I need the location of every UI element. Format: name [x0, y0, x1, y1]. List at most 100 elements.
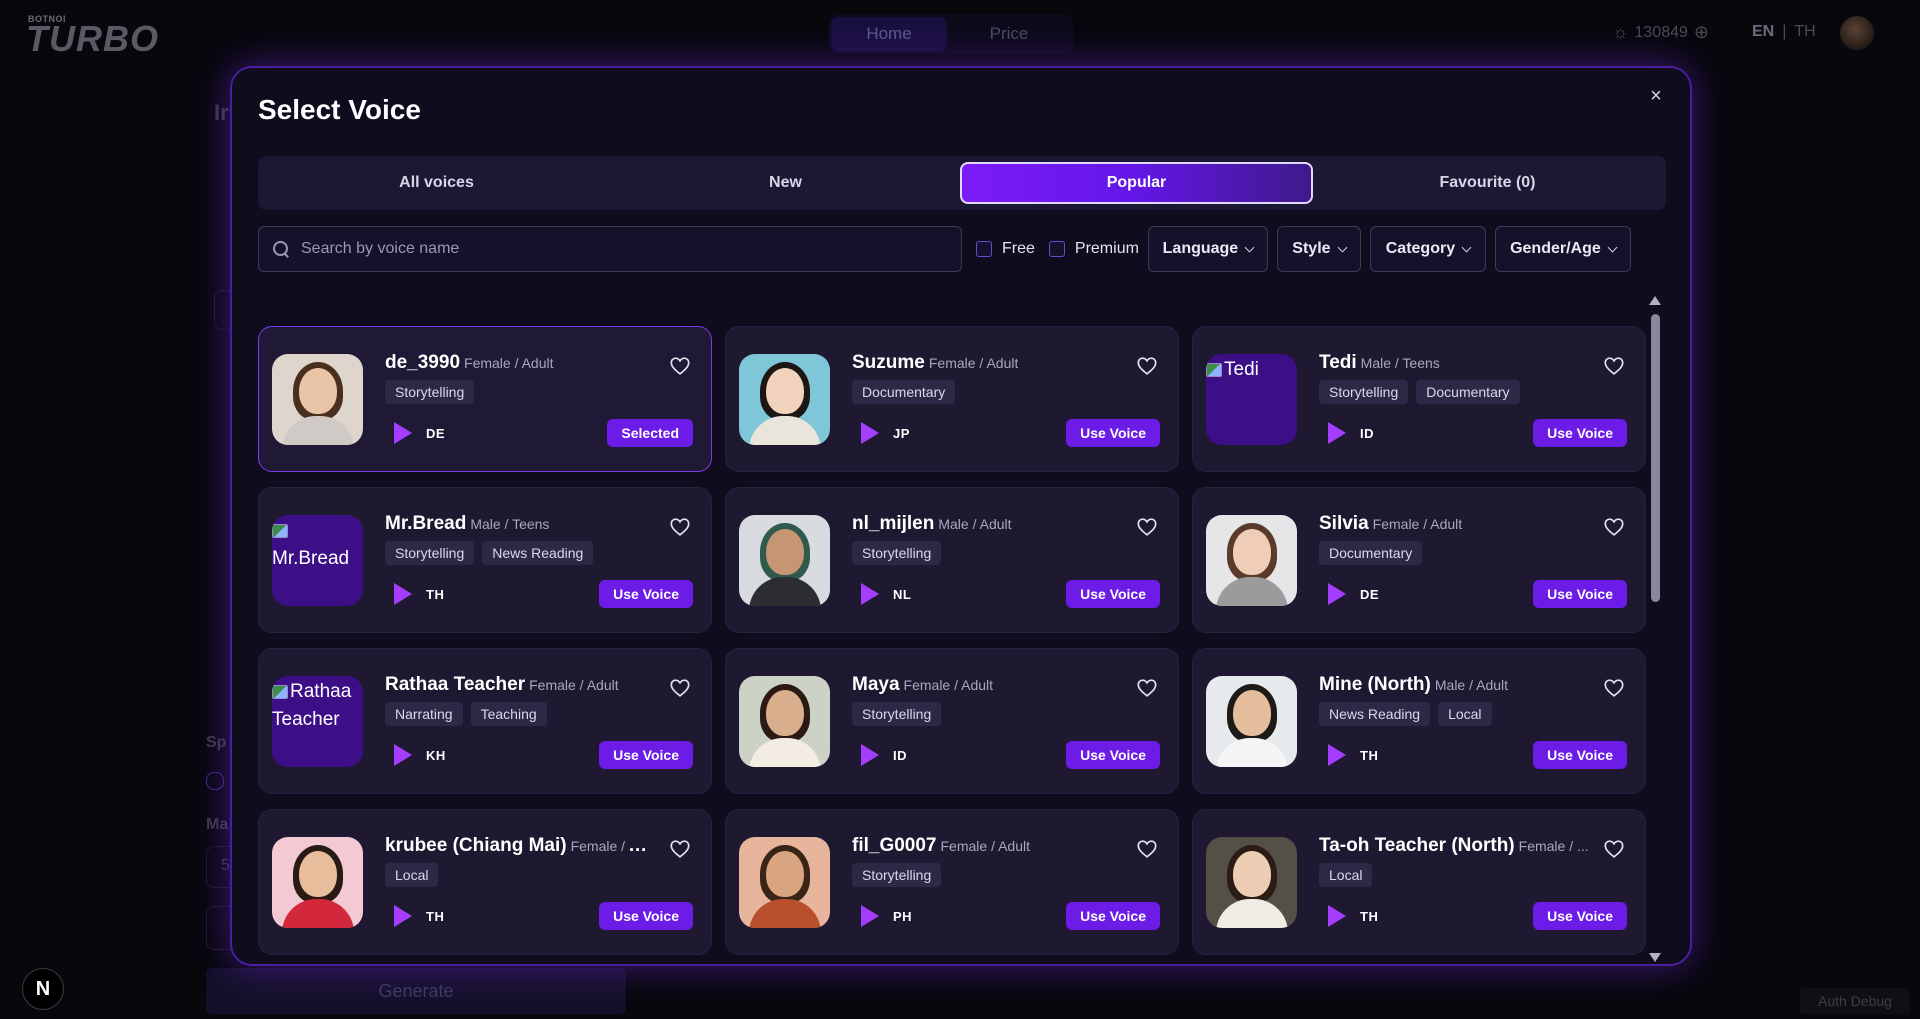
use-voice-button[interactable]: Use Voice — [599, 741, 693, 769]
category-dropdown[interactable]: Category — [1369, 226, 1486, 272]
premium-checkbox[interactable] — [1048, 241, 1065, 257]
tab-new[interactable]: New — [611, 162, 960, 204]
play-icon[interactable] — [394, 422, 412, 444]
voice-card[interactable]: Tedi Tedi Male / Teens Storytelling Document… — [1192, 326, 1646, 472]
use-voice-button[interactable]: Use Voice — [1533, 902, 1627, 930]
broken-image-icon — [272, 524, 288, 538]
app-logo[interactable]: BOTNOI TURBO — [26, 14, 192, 59]
voice-card[interactable]: de_3990 Female / Adult Storytelling DE Selec… — [258, 326, 712, 472]
use-voice-button[interactable]: Use Voice — [1533, 580, 1627, 608]
lang-th[interactable]: TH — [1794, 23, 1815, 41]
voice-gender-age: Female / Adult — [903, 677, 994, 693]
use-voice-button[interactable]: Use Voice — [1533, 741, 1627, 769]
use-voice-button[interactable]: Use Voice — [1066, 741, 1160, 769]
voice-card[interactable]: Mr.Bread Mr.Bread Male / Teens Storytelling… — [258, 487, 712, 633]
heart-icon[interactable] — [669, 355, 691, 377]
scrollbar[interactable] — [1648, 294, 1662, 964]
logo-text: TURBO — [26, 18, 159, 59]
free-filter[interactable]: Free — [976, 240, 1035, 258]
auth-debug-button[interactable]: Auth Debug — [1800, 988, 1910, 1014]
use-voice-button[interactable]: Use Voice — [1066, 902, 1160, 930]
voice-card[interactable]: Silvia Female / Adult Documentary DE Use Voi… — [1192, 487, 1646, 633]
heart-icon[interactable] — [1603, 516, 1625, 538]
use-voice-button[interactable]: Use Voice — [1533, 419, 1627, 447]
heart-icon[interactable] — [1603, 677, 1625, 699]
voice-tag: Local — [385, 863, 439, 887]
voice-gender-age: Male / Adult — [938, 516, 1012, 532]
play-icon[interactable] — [394, 905, 412, 927]
play-icon[interactable] — [1328, 583, 1346, 605]
portrait-illustration — [1206, 515, 1297, 606]
voice-name-line: Mr.Bread Male / Teens — [385, 513, 549, 535]
play-icon[interactable] — [861, 744, 879, 766]
language-dropdown[interactable]: Language — [1147, 226, 1268, 272]
heart-icon[interactable] — [1603, 355, 1625, 377]
voice-card[interactable]: Ta-oh Teacher (North) Female / ... Local TH… — [1192, 809, 1646, 955]
play-icon[interactable] — [1328, 905, 1346, 927]
search-input[interactable] — [301, 240, 941, 258]
heart-icon[interactable] — [669, 516, 691, 538]
heart-icon[interactable] — [1136, 516, 1158, 538]
n-badge[interactable]: N — [22, 968, 64, 1010]
voice-card[interactable]: Rathaa Teacher Rathaa Teacher Female / Adu… — [258, 648, 712, 794]
style-dropdown[interactable]: Style — [1276, 226, 1361, 272]
voice-tags: Storytelling — [852, 541, 942, 565]
voice-gender-age: Female / Adult — [1372, 516, 1463, 532]
voice-name-line: nl_mijlen Male / Adult — [852, 513, 1012, 535]
voice-avatar — [1206, 676, 1297, 767]
heart-icon[interactable] — [669, 838, 691, 860]
voice-card[interactable]: Suzume Female / Adult Documentary JP Use Voi… — [725, 326, 1179, 472]
play-icon[interactable] — [861, 905, 879, 927]
play-icon[interactable] — [1328, 422, 1346, 444]
voice-card[interactable]: fil_G0007 Female / Adult Storytelling PH Use… — [725, 809, 1179, 955]
close-icon[interactable]: × — [1642, 82, 1670, 110]
voice-language-code: TH — [1360, 748, 1379, 763]
voice-name: Mine (North) — [1319, 674, 1431, 695]
voice-card[interactable]: krubee (Chiang Mai) Female / Adult Local TH… — [258, 809, 712, 955]
play-icon[interactable] — [861, 583, 879, 605]
nav-home[interactable]: Home — [831, 17, 947, 51]
play-icon[interactable] — [394, 744, 412, 766]
use-voice-button[interactable]: Use Voice — [1066, 580, 1160, 608]
voice-card[interactable]: Maya Female / Adult Storytelling ID Use Voic… — [725, 648, 1179, 794]
voice-language-code: JP — [893, 426, 910, 441]
selected-button[interactable]: Selected — [607, 419, 693, 447]
voice-name-line: Silvia Female / Adult — [1319, 513, 1462, 535]
gender-age-dropdown[interactable]: Gender/Age — [1494, 226, 1631, 272]
use-voice-button[interactable]: Use Voice — [599, 580, 693, 608]
play-icon[interactable] — [394, 583, 412, 605]
voice-language-code: TH — [426, 909, 445, 924]
voice-card[interactable]: Mine (North) Male / Adult News Reading Loca… — [1192, 648, 1646, 794]
heart-icon[interactable] — [1136, 355, 1158, 377]
user-avatar[interactable] — [1840, 16, 1874, 50]
heart-icon[interactable] — [1603, 838, 1625, 860]
tab-favourite[interactable]: Favourite (0) — [1313, 162, 1662, 204]
select-voice-modal: Select Voice × All voices New Popular Fa… — [230, 66, 1692, 966]
use-voice-button[interactable]: Use Voice — [1066, 419, 1160, 447]
scroll-thumb[interactable] — [1651, 314, 1660, 602]
tab-all-voices[interactable]: All voices — [262, 162, 611, 204]
voice-gender-age: Male / Adult — [1434, 677, 1509, 693]
nav-price[interactable]: Price — [951, 17, 1067, 51]
use-voice-button[interactable]: Use Voice — [599, 902, 693, 930]
scroll-up-arrow[interactable] — [1649, 296, 1661, 305]
voice-name: nl_mijlen — [852, 513, 935, 534]
voice-avatar-alt-text: Mr.Bread — [272, 548, 350, 569]
scroll-down-arrow[interactable] — [1649, 953, 1661, 962]
generate-button[interactable]: Generate — [206, 968, 626, 1014]
portrait-illustration — [272, 837, 363, 928]
heart-icon[interactable] — [1136, 838, 1158, 860]
voice-avatar-broken: Mr.Bread — [272, 515, 363, 606]
premium-filter[interactable]: Premium — [1048, 240, 1139, 258]
play-icon[interactable] — [861, 422, 879, 444]
free-checkbox[interactable] — [976, 241, 992, 257]
voice-tag: Documentary — [852, 380, 956, 404]
lang-en[interactable]: EN — [1752, 23, 1774, 41]
voice-name: Tedi — [1319, 352, 1357, 373]
voice-card[interactable]: nl_mijlen Male / Adult Storytelling NL Use V… — [725, 487, 1179, 633]
plus-circle-icon[interactable]: ⊕ — [1694, 22, 1709, 43]
tab-popular[interactable]: Popular — [960, 162, 1313, 204]
heart-icon[interactable] — [1136, 677, 1158, 699]
play-icon[interactable] — [1328, 744, 1346, 766]
heart-icon[interactable] — [669, 677, 691, 699]
